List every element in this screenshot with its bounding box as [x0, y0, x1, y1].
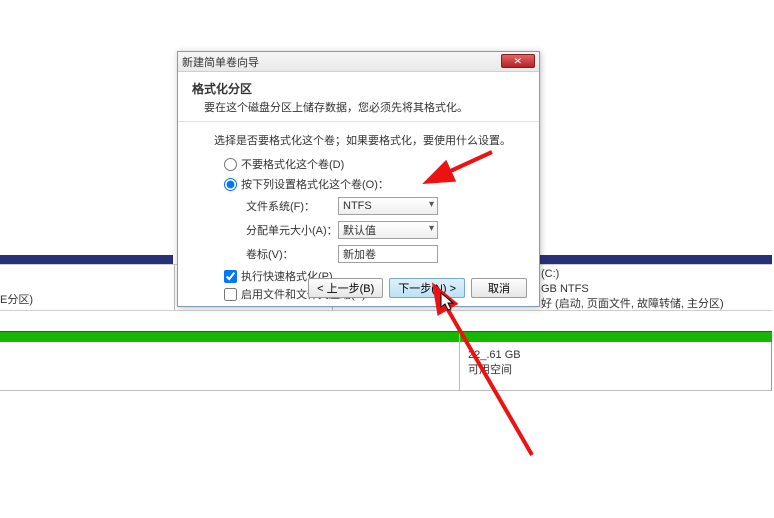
- volume-label-label: 卷标(V)：: [246, 246, 338, 262]
- free-space-panel-left: [0, 342, 460, 391]
- radio-do-format-input[interactable]: [224, 178, 237, 191]
- free-space-strip: [0, 331, 772, 342]
- filesystem-value: NTFS: [343, 200, 372, 212]
- free-space-size: 22_.61 GB: [468, 348, 763, 363]
- back-button[interactable]: < 上一步(B): [308, 278, 383, 298]
- allocation-label: 分配单元大小(A)：: [246, 222, 338, 238]
- volume-label-input[interactable]: 新加卷: [338, 245, 438, 263]
- radio-do-format-label: 按下列设置格式化这个卷(O)：: [241, 176, 389, 192]
- allocation-value: 默认值: [343, 222, 376, 238]
- c-drive-info: (C:) GB NTFS 好 (启动, 页面文件, 故障转储, 主分区): [541, 267, 724, 312]
- separator: [459, 331, 460, 391]
- radio-no-format-input[interactable]: [224, 158, 237, 171]
- dialog-title: 新建简单卷向导: [182, 54, 259, 70]
- c-drive-letter: (C:): [541, 267, 724, 282]
- c-drive-size: GB NTFS: [541, 282, 724, 297]
- section-heading: 格式化分区: [192, 80, 525, 97]
- allocation-select[interactable]: 默认值: [338, 221, 438, 239]
- section-subtext: 要在这个磁盘分区上储存数据，您必须先将其格式化。: [204, 99, 525, 115]
- close-icon: ✕: [513, 57, 522, 66]
- volume-label-value: 新加卷: [343, 246, 376, 262]
- wizard-dialog: 新建简单卷向导 ✕ 格式化分区 要在这个磁盘分区上储存数据，您必须先将其格式化。…: [177, 51, 540, 307]
- instruction-text: 选择是否要格式化这个卷；如果要格式化，要使用什么设置。: [214, 132, 525, 148]
- radio-do-format[interactable]: 按下列设置格式化这个卷(O)：: [224, 176, 525, 192]
- checkbox-compression-input[interactable]: [224, 288, 237, 301]
- partition-label: E分区): [0, 291, 33, 307]
- next-button[interactable]: 下一步(N) >: [389, 278, 465, 298]
- c-drive-status: 好 (启动, 页面文件, 故障转储, 主分区): [541, 297, 724, 312]
- separator: [174, 264, 175, 310]
- divider: [178, 121, 539, 122]
- close-button[interactable]: ✕: [501, 54, 535, 68]
- titlebar: 新建简单卷向导 ✕: [178, 52, 539, 72]
- free-space-panel: 22_.61 GB 可用空间: [460, 342, 772, 391]
- radio-no-format-label: 不要格式化这个卷(D): [241, 156, 344, 172]
- checkbox-quick-format-input[interactable]: [224, 270, 237, 283]
- free-space-text: 可用空间: [468, 363, 763, 378]
- filesystem-label: 文件系统(F)：: [246, 198, 338, 214]
- filesystem-select[interactable]: NTFS: [338, 197, 438, 215]
- partition-strip-1: [0, 255, 173, 264]
- cancel-button[interactable]: 取消: [471, 278, 527, 298]
- radio-no-format[interactable]: 不要格式化这个卷(D): [224, 156, 525, 172]
